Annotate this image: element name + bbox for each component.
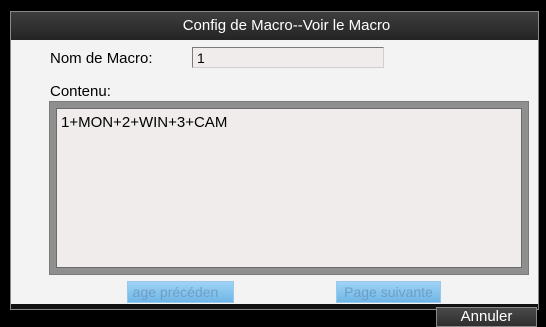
content-frame: 1+MON+2+WIN+3+CAM (49, 101, 529, 275)
previous-page-button[interactable]: age précéden (127, 281, 234, 303)
next-page-button[interactable]: Page suivante (336, 281, 441, 303)
content-textarea[interactable]: 1+MON+2+WIN+3+CAM (56, 108, 522, 268)
macro-dialog: Config de Macro--Voir le Macro Nom de Ma… (10, 11, 539, 310)
macro-name-label: Nom de Macro: (50, 50, 153, 67)
previous-page-label: age précéden (132, 284, 219, 300)
content-label: Contenu: (50, 83, 111, 100)
macro-name-field[interactable] (192, 47, 384, 68)
cancel-button[interactable]: Annuler (436, 307, 537, 327)
screen: Config de Macro--Voir le Macro Nom de Ma… (0, 0, 546, 327)
dialog-title: Config de Macro--Voir le Macro (182, 17, 391, 34)
dialog-title-bar: Config de Macro--Voir le Macro (11, 12, 538, 40)
